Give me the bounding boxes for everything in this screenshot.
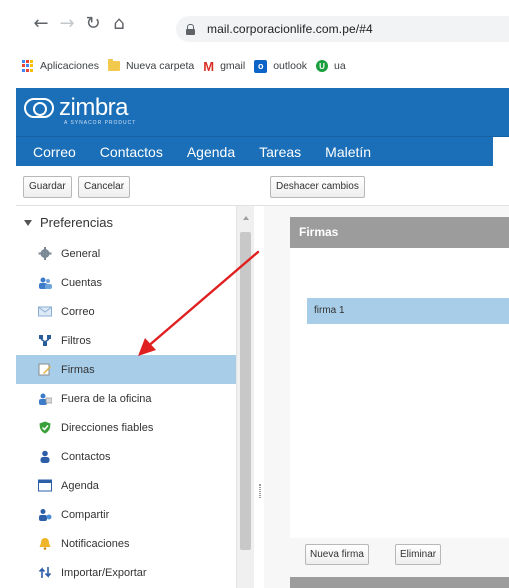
zimbra-logo-icon [24,98,54,118]
undo-changes-button[interactable]: Deshacer cambios [270,176,365,198]
sidebar-item-label: General [61,247,101,260]
back-icon[interactable]: ← [28,14,54,34]
bookmark-label: Nueva carpeta [125,60,195,72]
sidebar-item-importar-exportar[interactable]: Importar/Exportar [16,558,236,587]
shield-icon [39,421,51,434]
signature-row[interactable]: firma 1 [307,298,509,324]
tab-correo[interactable]: Correo [16,137,88,167]
tree-root-label: Preferencias [40,215,113,230]
apps-grid-icon [22,60,34,72]
sidebar-item-direcciones-fiables[interactable]: Direcciones fiables [16,413,236,442]
browser-toolbar: ← → ↻ ⌂ mail.corporacionlife.com.pe/#4 [0,0,509,48]
panel-splitter[interactable] [256,206,264,588]
scroll-up-icon[interactable] [243,216,249,220]
new-signature-button[interactable]: Nueva firma [305,544,369,565]
tree-list: General Cuentas Correo Filtros Firmas Fu… [16,239,236,587]
sidebar-item-notificaciones[interactable]: Notificaciones [16,529,236,558]
sidebar-item-label: Agenda [61,479,99,492]
outlook-icon: o [254,59,268,73]
sidebar-item-label: Fuera de la oficina [61,392,152,405]
sidebar-item-fuera-de-la-oficina[interactable]: Fuera de la oficina [16,384,236,413]
preferences-sidebar: Preferencias General Cuentas Correo Filt… [16,206,256,588]
mail-icon [38,306,52,317]
out-of-office-icon [39,393,52,405]
bell-icon [39,538,51,550]
sidebar-item-general[interactable]: General [16,239,236,268]
sidebar-item-firmas[interactable]: Firmas [16,355,236,384]
tab-tareas[interactable]: Tareas [247,137,313,167]
accounts-icon [39,277,52,289]
save-button[interactable]: Guardar [23,176,72,198]
brand-subtitle: A SYNACOR PRODUCT [64,120,137,126]
brand-name: zimbra [59,94,129,121]
tab-agenda[interactable]: Agenda [175,137,247,167]
bookmarks-bar: Aplicaciones Nueva carpeta M gmail o out… [0,52,509,80]
lock-icon [186,23,195,35]
filter-icon [39,335,51,346]
sidebar-item-cuentas[interactable]: Cuentas [16,268,236,297]
tab-maletin[interactable]: Maletín [313,137,383,167]
bookmark-gmail[interactable]: M gmail [203,59,245,74]
sidebar-item-label: Notificaciones [61,537,130,550]
folder-icon [107,59,120,71]
tab-contactos[interactable]: Contactos [88,137,175,167]
tab-preferencias[interactable] [493,136,509,167]
sidebar-item-label: Direcciones fiables [61,421,154,434]
url-text: mail.corporacionlife.com.pe/#4 [207,22,373,36]
bookmark-outlook[interactable]: o outlook [254,59,308,73]
collapse-icon[interactable] [24,219,32,226]
sidebar-item-contactos[interactable]: Contactos [16,442,236,471]
sidebar-item-compartir[interactable]: Compartir [16,500,236,529]
sidebar-item-label: Importar/Exportar [61,566,147,579]
sidebar-item-label: Cuentas [61,276,102,289]
sidebar-item-label: Contactos [61,450,111,463]
ua-icon: U [316,60,329,72]
bookmark-nueva-carpeta[interactable]: Nueva carpeta [107,59,195,72]
forward-icon[interactable]: → [54,14,80,34]
home-icon[interactable]: ⌂ [106,14,132,34]
calendar-icon [38,479,52,492]
contact-icon [40,450,50,463]
sidebar-item-label: Firmas [61,363,95,376]
bookmark-label: outlook [273,60,308,72]
delete-signature-button[interactable]: Eliminar [395,544,442,565]
gear-icon [38,247,52,260]
share-icon [39,509,52,521]
address-bar[interactable]: mail.corporacionlife.com.pe/#4 [176,16,509,42]
sidebar-item-label: Correo [61,305,95,318]
bookmark-label: ua [334,60,346,72]
reload-icon[interactable]: ↻ [80,14,106,34]
signatures-header: Firmas [290,217,509,248]
sidebar-item-label: Filtros [61,334,91,347]
cancel-button[interactable]: Cancelar [78,176,131,198]
splitter-grip-icon[interactable] [259,484,261,498]
next-section-header [290,577,509,588]
import-export-icon [38,567,52,578]
app-tabs: Correo Contactos Agenda Tareas Maletín [16,136,509,167]
bookmark-label: Aplicaciones [40,60,99,72]
bookmark-ua[interactable]: U ua [316,60,346,72]
sidebar-item-label: Compartir [61,508,110,521]
signatures-panel: Firmas firma 1 Nueva firma Eliminar [264,206,509,588]
signatures-list: firma 1 [290,248,509,538]
signature-icon [38,363,51,376]
tree-root-preferencias[interactable]: Preferencias [24,215,113,230]
zimbra-logo[interactable]: zimbra [24,94,129,121]
app-header: zimbra A SYNACOR PRODUCT [16,88,509,136]
bookmark-apps[interactable]: Aplicaciones [22,60,99,72]
preferences-toolbar: Guardar Cancelar Deshacer cambios [16,166,509,206]
scrollbar-thumb[interactable] [240,232,251,550]
bookmark-label: gmail [220,60,246,72]
sidebar-item-filtros[interactable]: Filtros [16,326,236,355]
sidebar-scrollbar[interactable] [236,206,254,588]
gmail-icon: M [203,58,215,74]
sidebar-item-agenda[interactable]: Agenda [16,471,236,500]
sidebar-item-correo[interactable]: Correo [16,297,236,326]
